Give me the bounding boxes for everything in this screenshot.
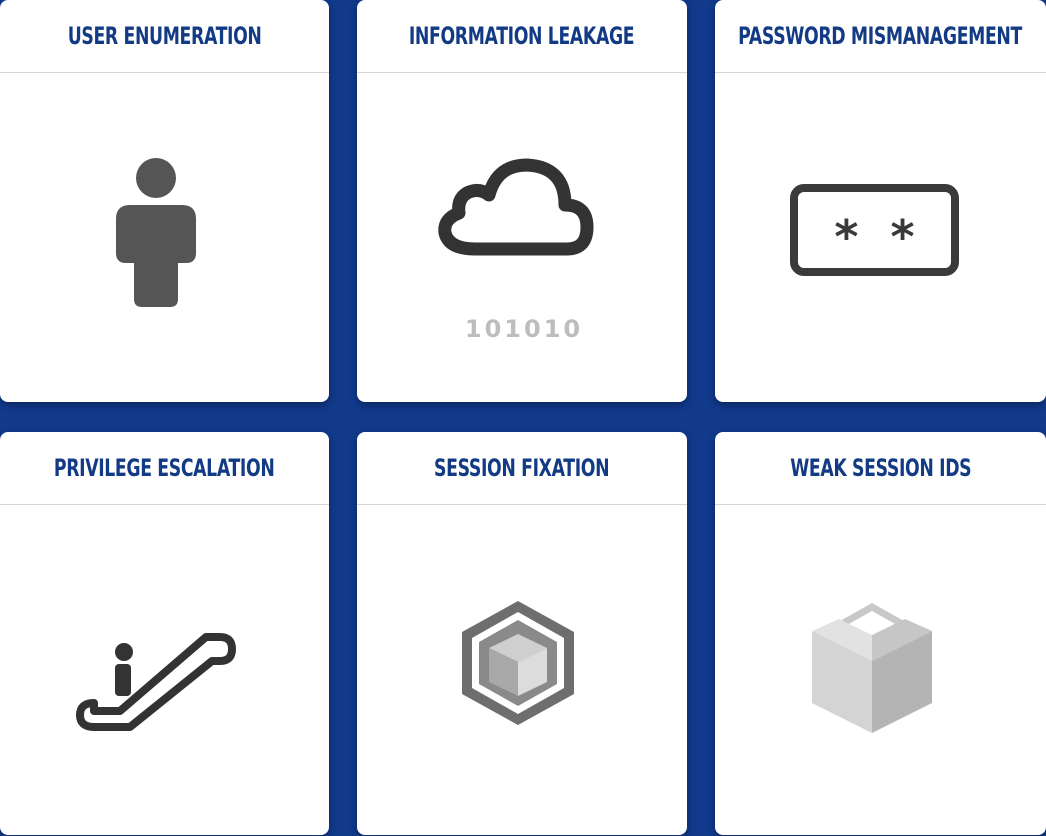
- card-information-leakage[interactable]: INFORMATION LEAKAGE 101010 100101 010100…: [357, 0, 687, 402]
- card-header: PASSWORD MISMANAGEMENT: [715, 0, 1046, 73]
- card-header: PRIVILEGE ESCALATION: [0, 432, 329, 505]
- card-header: WEAK SESSION IDS: [715, 432, 1046, 505]
- card-body: [0, 73, 329, 402]
- card-body: [357, 505, 687, 835]
- open-box-icon: [812, 603, 932, 733]
- escalator-icon: [76, 633, 236, 731]
- card-header: SESSION FIXATION: [357, 432, 687, 505]
- card-title: USER ENUMERATION: [67, 22, 262, 50]
- card-user-enumeration[interactable]: USER ENUMERATION: [0, 0, 329, 402]
- password-mask: * *: [834, 210, 915, 264]
- card-password-mismanagement[interactable]: PASSWORD MISMANAGEMENT * *: [715, 0, 1046, 402]
- card-title: WEAK SESSION IDS: [789, 454, 972, 482]
- binary-stream: 101010 100101 010100 101010 100101: [449, 257, 599, 402]
- card-body: 101010 100101 010100 101010 100101: [357, 73, 687, 402]
- card-title: INFORMATION LEAKAGE: [409, 22, 635, 50]
- card-body: [0, 505, 329, 835]
- card-session-fixation[interactable]: SESSION FIXATION: [357, 432, 687, 835]
- card-body: * *: [715, 73, 1046, 402]
- card-title: PASSWORD MISMANAGEMENT: [738, 22, 1023, 50]
- card-title: PRIVILEGE ESCALATION: [54, 454, 275, 482]
- binary-row: 101010: [464, 315, 584, 343]
- card-title: SESSION FIXATION: [434, 454, 610, 482]
- card-header: INFORMATION LEAKAGE: [357, 0, 687, 73]
- password-field-icon: * *: [790, 184, 959, 276]
- card-weak-session-ids[interactable]: WEAK SESSION IDS: [715, 432, 1046, 835]
- hexagon-cube-icon: [462, 601, 574, 725]
- person-icon: [116, 158, 196, 307]
- cloud-icon: [438, 158, 594, 256]
- card-header: USER ENUMERATION: [0, 0, 329, 73]
- card-body: [715, 505, 1046, 835]
- card-privilege-escalation[interactable]: PRIVILEGE ESCALATION: [0, 432, 329, 835]
